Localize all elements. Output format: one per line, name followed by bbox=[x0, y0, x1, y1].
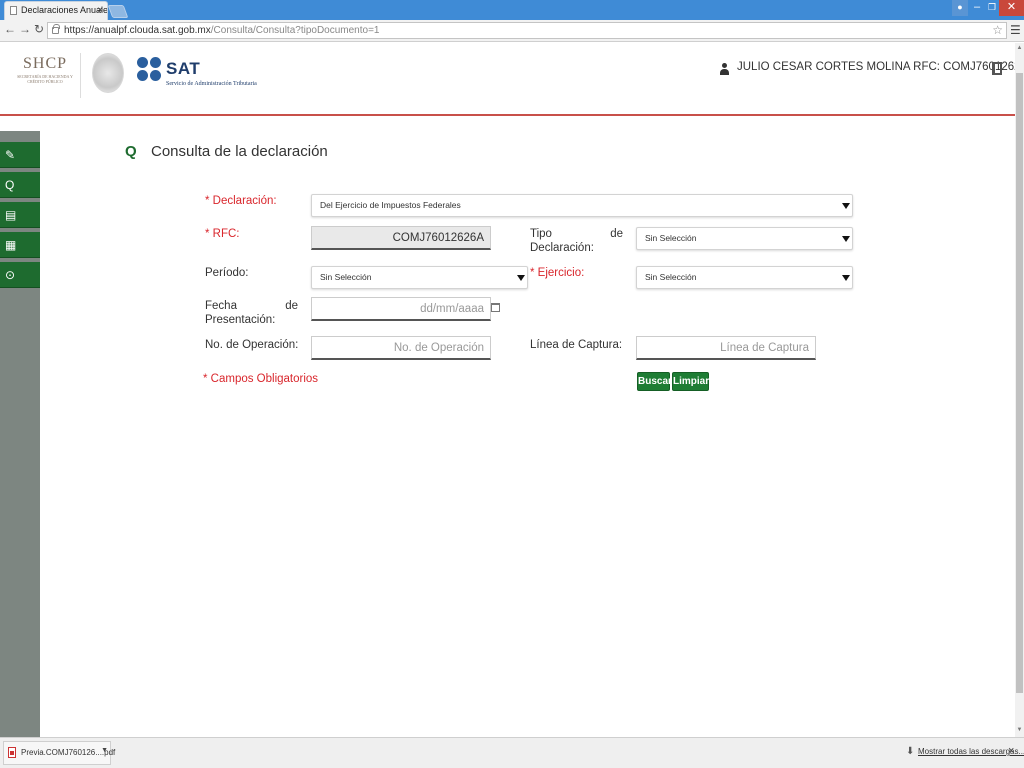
close-downloads-icon[interactable]: × bbox=[1008, 745, 1014, 757]
calendar-icon[interactable] bbox=[491, 303, 500, 312]
logout-icon[interactable] bbox=[992, 62, 1002, 75]
restore-icon[interactable]: ❐ bbox=[985, 0, 999, 16]
back-icon[interactable]: ← bbox=[3, 22, 17, 36]
operacion-input[interactable] bbox=[311, 336, 491, 360]
sidebar: ✎ Q ▤ ▦ ⊙ bbox=[0, 131, 40, 737]
scroll-down-icon[interactable]: ▼ bbox=[1015, 727, 1024, 733]
tab-close-icon[interactable]: × bbox=[97, 2, 103, 19]
clear-button[interactable]: Limpiar bbox=[672, 372, 709, 391]
user-icon bbox=[720, 63, 729, 75]
linea-captura-input[interactable] bbox=[636, 336, 816, 360]
scroll-up-icon[interactable]: ▲ bbox=[1015, 45, 1024, 51]
page-title: Consulta de la declaración bbox=[151, 143, 328, 160]
close-window-icon[interactable]: ✕ bbox=[999, 0, 1024, 16]
sat-title: SAT bbox=[166, 59, 201, 78]
captura-label: Línea de Captura: bbox=[530, 339, 623, 351]
url-path: /Consulta/Consulta?tipoDocumento=1 bbox=[210, 25, 380, 36]
chevron-down-icon bbox=[842, 275, 850, 281]
reload-icon[interactable]: ↻ bbox=[32, 22, 46, 36]
search-title-icon: Q bbox=[125, 143, 137, 160]
tipo-declaracion-label: Tipo de Declaración: bbox=[530, 228, 623, 254]
operacion-label: No. de Operación: bbox=[205, 339, 299, 351]
fecha-label: Fecha de Presentación: bbox=[205, 300, 298, 326]
national-seal-icon bbox=[92, 53, 124, 93]
shcp-logo: SHCP SECRETARÍA DE HACIENDA Y CRÉDITO PÚ… bbox=[17, 55, 73, 84]
print-icon[interactable]: ▤ bbox=[0, 202, 40, 228]
minimize-icon[interactable]: – bbox=[970, 0, 984, 16]
chevron-down-icon bbox=[842, 236, 850, 242]
sat-subtitle: Servicio de Administración Tributaria bbox=[166, 81, 257, 87]
sat-logo-icon bbox=[137, 57, 163, 87]
chevron-down-icon bbox=[517, 275, 525, 281]
browser-tab[interactable]: Declaraciones Anuales × bbox=[4, 1, 108, 20]
scroll-thumb[interactable] bbox=[1016, 73, 1023, 693]
search-button[interactable]: Buscar bbox=[637, 372, 672, 391]
page-scrollbar[interactable]: ▲ ▼ bbox=[1015, 43, 1024, 737]
logo-divider bbox=[80, 53, 81, 98]
bookmark-star-icon[interactable]: ☆ bbox=[992, 23, 1003, 38]
chevron-down-icon bbox=[842, 203, 850, 209]
chevron-down-icon[interactable]: ▼ bbox=[101, 740, 108, 762]
search-icon[interactable]: Q bbox=[0, 172, 40, 198]
declaracion-select[interactable]: Del Ejercicio de Impuestos Federales bbox=[311, 194, 853, 217]
tipo-declaracion-select[interactable]: Sin Selección bbox=[636, 227, 853, 250]
archive-icon[interactable]: ▦ bbox=[0, 232, 40, 258]
user-label: JULIO CESAR CORTES MOLINA RFC: COMJ76012… bbox=[737, 61, 1024, 73]
required-fields-note: * Campos Obligatorios bbox=[203, 373, 319, 385]
browser-toolbar: ← → ↻ https://anualpf.clouda.sat.gob.mx/… bbox=[0, 20, 1024, 42]
rfc-field[interactable] bbox=[311, 226, 491, 250]
rfc-label: * RFC: bbox=[205, 228, 240, 240]
lock-icon bbox=[52, 24, 60, 34]
forward-icon[interactable]: → bbox=[18, 22, 32, 36]
fecha-presentacion-input[interactable] bbox=[311, 297, 491, 321]
browser-titlebar: Declaraciones Anuales × ● – ❐ ✕ bbox=[0, 0, 1024, 20]
tab-title: Declaraciones Anuales bbox=[21, 5, 108, 15]
page-icon bbox=[10, 6, 17, 15]
url-domain: https://anualpf.clouda.sat.gob.mx bbox=[64, 25, 211, 36]
info-icon[interactable]: ⊙ bbox=[0, 262, 40, 288]
periodo-select[interactable]: Sin Selección bbox=[311, 266, 528, 289]
download-arrow-icon: ⬇ bbox=[906, 746, 915, 757]
page-header: SHCP SECRETARÍA DE HACIENDA Y CRÉDITO PÚ… bbox=[0, 43, 1024, 116]
new-tab-button[interactable] bbox=[107, 5, 129, 18]
periodo-label: Período: bbox=[205, 267, 249, 279]
user-profile-icon[interactable]: ● bbox=[952, 0, 968, 16]
downloads-bar: Previa.COMJ760126....pdf ▼ ⬇ Mostrar tod… bbox=[0, 737, 1024, 768]
menu-icon[interactable]: ☰ bbox=[1010, 23, 1021, 37]
ejercicio-select[interactable]: Sin Selección bbox=[636, 266, 853, 289]
declaracion-label: * Declaración: bbox=[205, 195, 277, 207]
edit-icon[interactable]: ✎ bbox=[0, 142, 40, 168]
ejercicio-label: * Ejercicio: bbox=[530, 267, 585, 279]
download-item[interactable]: Previa.COMJ760126....pdf ▼ bbox=[3, 740, 115, 765]
pdf-icon bbox=[8, 747, 16, 758]
address-bar[interactable]: https://anualpf.clouda.sat.gob.mx/Consul… bbox=[47, 22, 1007, 39]
